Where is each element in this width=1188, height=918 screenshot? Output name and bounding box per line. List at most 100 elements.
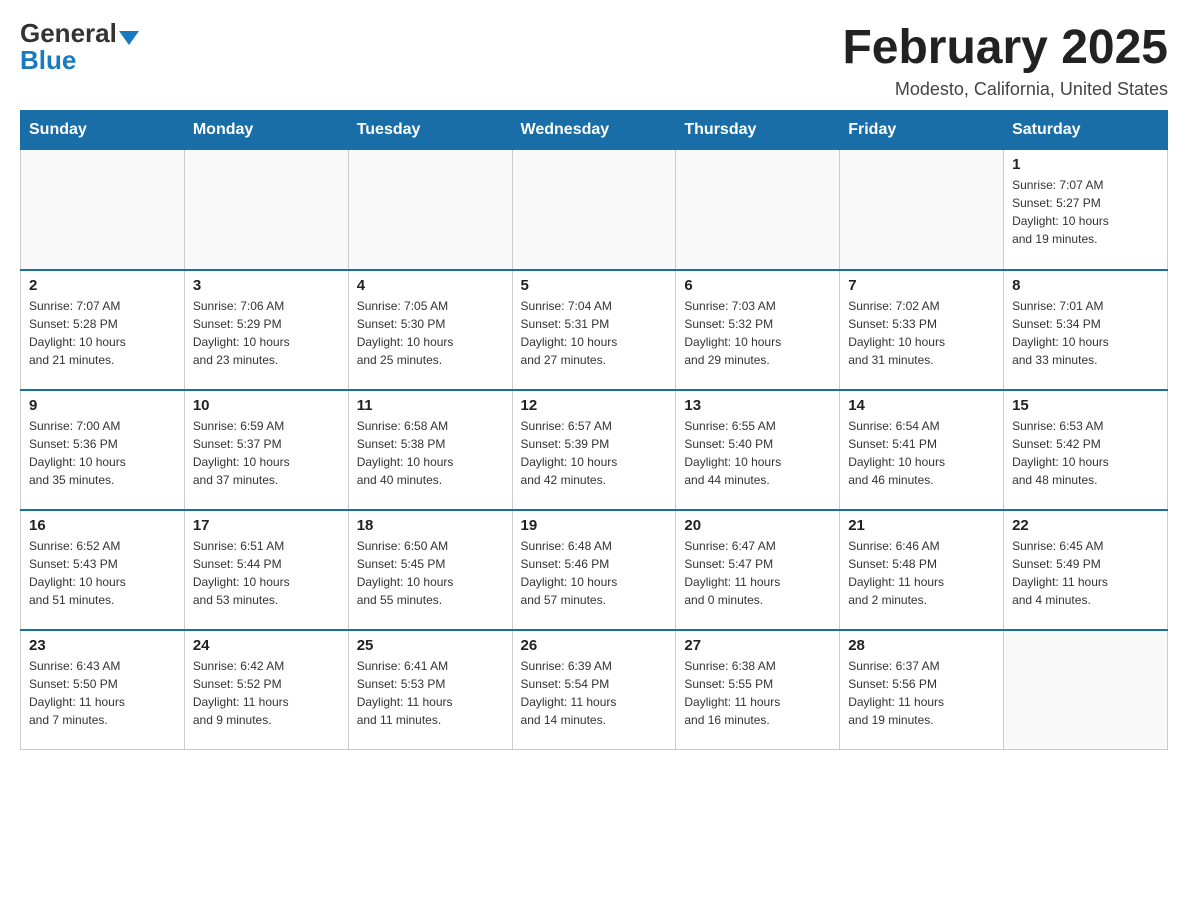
page-header: General Blue February 2025 Modesto, Cali… [20,20,1168,100]
location-subtitle: Modesto, California, United States [842,79,1168,100]
day-number: 23 [29,637,176,654]
calendar-cell: 23 Sunrise: 6:43 AM Sunset: 5:50 PM Dayli… [21,630,185,750]
day-number: 10 [193,397,340,414]
day-info: Sunrise: 6:51 AM Sunset: 5:44 PM Dayligh… [193,537,340,609]
day-number: 26 [521,637,668,654]
calendar-week-2: 2 Sunrise: 7:07 AM Sunset: 5:28 PM Daylig… [21,270,1168,390]
day-info: Sunrise: 6:37 AM Sunset: 5:56 PM Dayligh… [848,657,995,729]
calendar-cell: 16 Sunrise: 6:52 AM Sunset: 5:43 PM Dayli… [21,510,185,630]
day-info: Sunrise: 6:38 AM Sunset: 5:55 PM Dayligh… [684,657,831,729]
weekday-header-sunday: Sunday [21,111,185,150]
day-info: Sunrise: 6:50 AM Sunset: 5:45 PM Dayligh… [357,537,504,609]
title-section: February 2025 Modesto, California, Unite… [842,20,1168,100]
calendar-cell: 21 Sunrise: 6:46 AM Sunset: 5:48 PM Dayli… [840,510,1004,630]
day-info: Sunrise: 6:52 AM Sunset: 5:43 PM Dayligh… [29,537,176,609]
day-info: Sunrise: 7:01 AM Sunset: 5:34 PM Dayligh… [1012,297,1159,369]
logo-top: General [20,20,139,47]
day-number: 25 [357,637,504,654]
day-number: 5 [521,277,668,294]
calendar-week-1: 1 Sunrise: 7:07 AM Sunset: 5:27 PM Daylig… [21,150,1168,270]
calendar-cell: 24 Sunrise: 6:42 AM Sunset: 5:52 PM Dayli… [184,630,348,750]
calendar-cell [1004,630,1168,750]
calendar-cell [184,150,348,270]
day-info: Sunrise: 6:45 AM Sunset: 5:49 PM Dayligh… [1012,537,1159,609]
calendar-cell [512,150,676,270]
weekday-header-row: SundayMondayTuesdayWednesdayThursdayFrid… [21,111,1168,150]
day-info: Sunrise: 6:59 AM Sunset: 5:37 PM Dayligh… [193,417,340,489]
calendar-cell: 27 Sunrise: 6:38 AM Sunset: 5:55 PM Dayli… [676,630,840,750]
day-info: Sunrise: 7:02 AM Sunset: 5:33 PM Dayligh… [848,297,995,369]
day-info: Sunrise: 6:43 AM Sunset: 5:50 PM Dayligh… [29,657,176,729]
weekday-header-saturday: Saturday [1004,111,1168,150]
logo-blue-text: Blue [20,47,76,73]
weekday-header-tuesday: Tuesday [348,111,512,150]
calendar-cell: 1 Sunrise: 7:07 AM Sunset: 5:27 PM Daylig… [1004,150,1168,270]
calendar-cell: 14Sunrise: 6:54 AM Sunset: 5:41 PM Dayli… [840,390,1004,510]
calendar-table: SundayMondayTuesdayWednesdayThursdayFrid… [20,110,1168,750]
calendar-cell: 11 Sunrise: 6:58 AM Sunset: 5:38 PM Dayli… [348,390,512,510]
day-number: 17 [193,517,340,534]
logo: General Blue [20,20,139,73]
day-info: Sunrise: 6:42 AM Sunset: 5:52 PM Dayligh… [193,657,340,729]
calendar-cell: 19 Sunrise: 6:48 AM Sunset: 5:46 PM Dayli… [512,510,676,630]
day-info: Sunrise: 7:05 AM Sunset: 5:30 PM Dayligh… [357,297,504,369]
day-number: 4 [357,277,504,294]
day-number: 16 [29,517,176,534]
day-number: 8 [1012,277,1159,294]
day-info: Sunrise: 6:48 AM Sunset: 5:46 PM Dayligh… [521,537,668,609]
calendar-cell: 3 Sunrise: 7:06 AM Sunset: 5:29 PM Daylig… [184,270,348,390]
day-info: Sunrise: 7:06 AM Sunset: 5:29 PM Dayligh… [193,297,340,369]
calendar-cell: 22 Sunrise: 6:45 AM Sunset: 5:49 PM Dayli… [1004,510,1168,630]
calendar-cell: 8 Sunrise: 7:01 AM Sunset: 5:34 PM Daylig… [1004,270,1168,390]
calendar-cell [21,150,185,270]
day-number: 24 [193,637,340,654]
day-number: 20 [684,517,831,534]
day-number: 12 [521,397,668,414]
calendar-cell: 12 Sunrise: 6:57 AM Sunset: 5:39 PM Dayli… [512,390,676,510]
day-number: 9 [29,397,176,414]
day-number: 27 [684,637,831,654]
day-info: Sunrise: 6:58 AM Sunset: 5:38 PM Dayligh… [357,417,504,489]
day-number: 2 [29,277,176,294]
calendar-cell: 5Sunrise: 7:04 AM Sunset: 5:31 PM Daylig… [512,270,676,390]
calendar-cell [676,150,840,270]
day-number: 28 [848,637,995,654]
calendar-cell [348,150,512,270]
day-info: Sunrise: 6:47 AM Sunset: 5:47 PM Dayligh… [684,537,831,609]
calendar-cell: 10 Sunrise: 6:59 AM Sunset: 5:37 PM Dayli… [184,390,348,510]
weekday-header-monday: Monday [184,111,348,150]
calendar-cell: 4 Sunrise: 7:05 AM Sunset: 5:30 PM Daylig… [348,270,512,390]
day-number: 1 [1012,156,1159,173]
day-info: Sunrise: 6:57 AM Sunset: 5:39 PM Dayligh… [521,417,668,489]
day-info: Sunrise: 6:55 AM Sunset: 5:40 PM Dayligh… [684,417,831,489]
day-info: Sunrise: 7:07 AM Sunset: 5:27 PM Dayligh… [1012,176,1159,248]
day-number: 13 [684,397,831,414]
day-info: Sunrise: 6:46 AM Sunset: 5:48 PM Dayligh… [848,537,995,609]
calendar-week-4: 16 Sunrise: 6:52 AM Sunset: 5:43 PM Dayli… [21,510,1168,630]
month-title: February 2025 [842,20,1168,75]
calendar-cell: 6 Sunrise: 7:03 AM Sunset: 5:32 PM Daylig… [676,270,840,390]
day-number: 21 [848,517,995,534]
calendar-week-3: 9Sunrise: 7:00 AM Sunset: 5:36 PM Daylig… [21,390,1168,510]
day-number: 3 [193,277,340,294]
day-number: 6 [684,277,831,294]
day-info: Sunrise: 7:03 AM Sunset: 5:32 PM Dayligh… [684,297,831,369]
weekday-header-friday: Friday [840,111,1004,150]
day-number: 7 [848,277,995,294]
day-number: 11 [357,397,504,414]
calendar-cell: 13 Sunrise: 6:55 AM Sunset: 5:40 PM Dayli… [676,390,840,510]
logo-general-text: General [20,18,117,48]
day-number: 19 [521,517,668,534]
calendar-week-5: 23 Sunrise: 6:43 AM Sunset: 5:50 PM Dayli… [21,630,1168,750]
calendar-cell: 17 Sunrise: 6:51 AM Sunset: 5:44 PM Dayli… [184,510,348,630]
day-info: Sunrise: 7:07 AM Sunset: 5:28 PM Dayligh… [29,297,176,369]
calendar-cell: 18Sunrise: 6:50 AM Sunset: 5:45 PM Dayli… [348,510,512,630]
day-info: Sunrise: 6:39 AM Sunset: 5:54 PM Dayligh… [521,657,668,729]
calendar-cell: 26 Sunrise: 6:39 AM Sunset: 5:54 PM Dayli… [512,630,676,750]
logo-triangle-icon [119,31,139,45]
weekday-header-thursday: Thursday [676,111,840,150]
calendar-cell: 28 Sunrise: 6:37 AM Sunset: 5:56 PM Dayli… [840,630,1004,750]
day-number: 22 [1012,517,1159,534]
day-number: 14 [848,397,995,414]
day-info: Sunrise: 6:41 AM Sunset: 5:53 PM Dayligh… [357,657,504,729]
